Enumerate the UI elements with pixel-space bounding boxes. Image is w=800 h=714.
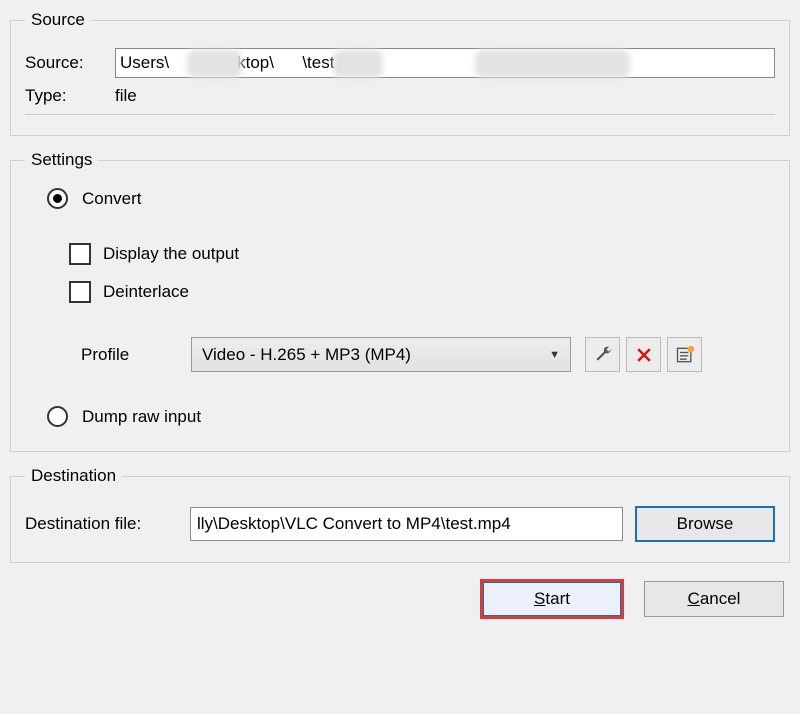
deinterlace-checkbox[interactable]: [69, 281, 91, 303]
delete-profile-button[interactable]: [626, 337, 661, 372]
type-value: file: [115, 86, 137, 106]
destination-legend: Destination: [25, 466, 122, 486]
start-button[interactable]: Start: [482, 581, 622, 617]
profile-select[interactable]: Video - H.265 + MP3 (MP4) ▼: [191, 337, 571, 372]
close-icon: [634, 345, 654, 365]
chevron-down-icon: ▼: [549, 349, 560, 361]
dump-raw-radio-label: Dump raw input: [82, 407, 201, 427]
list-new-icon: [675, 345, 695, 365]
destination-row: Destination file: Browse: [25, 506, 775, 542]
destination-group: Destination Destination file: Browse: [10, 466, 790, 563]
settings-group: Settings Convert Display the output Dein…: [10, 150, 790, 452]
source-label: Source:: [25, 53, 115, 73]
type-row: Type: file: [25, 86, 775, 115]
dump-raw-radio[interactable]: [47, 406, 68, 427]
destination-file-input[interactable]: [190, 507, 623, 541]
cancel-button-label: Cancel: [688, 589, 741, 608]
source-row: Source:: [25, 48, 775, 78]
dialog-button-row: Start Cancel: [10, 577, 790, 617]
browse-button-label: Browse: [677, 514, 734, 533]
display-output-row[interactable]: Display the output: [69, 243, 239, 265]
convert-radio-label: Convert: [82, 189, 142, 209]
type-label: Type:: [25, 86, 115, 106]
convert-radio[interactable]: [47, 188, 68, 209]
display-output-checkbox[interactable]: [69, 243, 91, 265]
wrench-icon: [593, 345, 613, 365]
source-path-input[interactable]: [115, 48, 775, 78]
deinterlace-row[interactable]: Deinterlace: [69, 281, 189, 303]
dump-raw-radio-row[interactable]: Dump raw input: [47, 406, 201, 427]
profile-label: Profile: [81, 345, 191, 365]
profile-selected-value: Video - H.265 + MP3 (MP4): [202, 345, 411, 365]
start-button-label: Start: [534, 589, 570, 608]
edit-profile-button[interactable]: [585, 337, 620, 372]
profile-row: Profile Video - H.265 + MP3 (MP4) ▼: [81, 337, 775, 372]
deinterlace-label: Deinterlace: [103, 282, 189, 302]
new-profile-button[interactable]: [667, 337, 702, 372]
display-output-label: Display the output: [103, 244, 239, 264]
convert-radio-row[interactable]: Convert: [47, 188, 142, 209]
destination-label: Destination file:: [25, 514, 190, 534]
browse-button[interactable]: Browse: [635, 506, 775, 542]
settings-legend: Settings: [25, 150, 98, 170]
source-group: Source Source: Type: file: [10, 10, 790, 136]
cancel-button[interactable]: Cancel: [644, 581, 784, 617]
source-legend: Source: [25, 10, 91, 30]
